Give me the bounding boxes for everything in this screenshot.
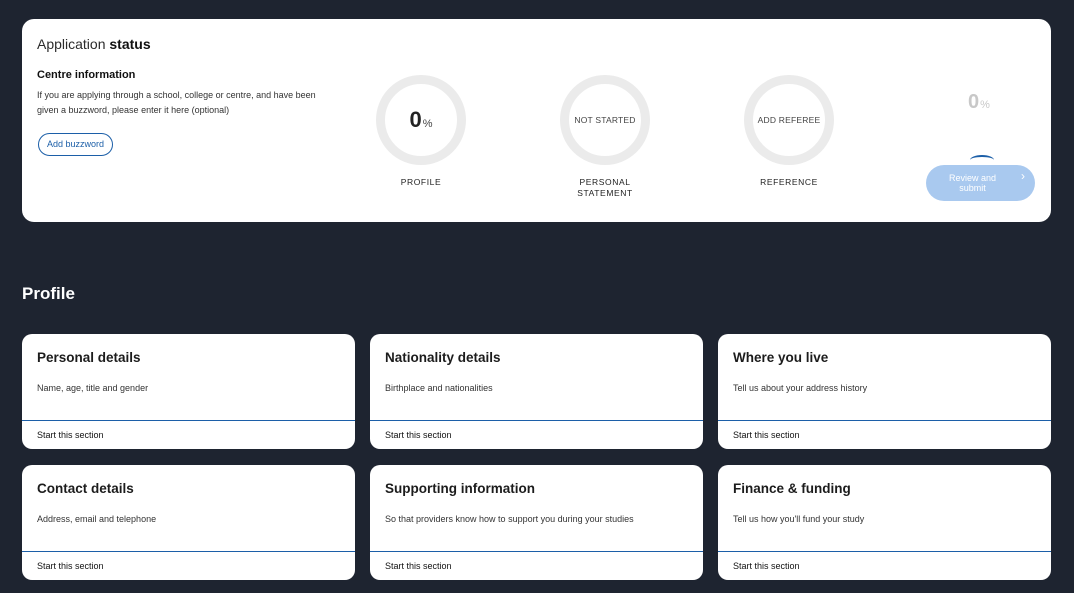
card-divider — [22, 420, 355, 421]
card-description: Name, age, title and gender — [37, 383, 149, 393]
card-divider — [718, 551, 1051, 552]
overall-percent-sign: % — [980, 99, 990, 111]
review-and-submit-button[interactable]: Review and submit › — [926, 165, 1035, 201]
where-you-live-card[interactable]: Where you live Tell us about your addres… — [718, 334, 1051, 449]
start-section-link[interactable]: Start this section — [733, 561, 800, 571]
start-section-link[interactable]: Start this section — [37, 561, 104, 571]
card-title: Contact details — [37, 481, 134, 496]
card-title: Supporting information — [385, 481, 535, 496]
nationality-details-card[interactable]: Nationality details Birthplace and natio… — [370, 334, 703, 449]
supporting-information-card[interactable]: Supporting information So that providers… — [370, 465, 703, 580]
personal-statement-status: NOT STARTED — [574, 115, 636, 125]
card-title: Personal details — [37, 350, 141, 365]
profile-progress-label: PROFILE — [400, 177, 442, 187]
card-title: Where you live — [733, 350, 829, 365]
start-section-link[interactable]: Start this section — [385, 561, 452, 571]
overall-progress: 0% — [968, 91, 990, 114]
card-description: Tell us how you'll fund your study — [733, 514, 865, 524]
start-section-link[interactable]: Start this section — [733, 430, 800, 440]
profile-heading: Profile — [22, 284, 75, 303]
card-divider — [22, 551, 355, 552]
card-description: Tell us about your address history — [733, 383, 868, 393]
percent-sign: % — [422, 118, 433, 130]
profile-progress-ring: 0% — [376, 75, 466, 165]
centre-information-description: If you are applying through a school, co… — [37, 90, 316, 115]
personal-statement-progress[interactable]: NOT STARTED PERSONAL STATEMENT — [550, 75, 660, 199]
card-description: Birthplace and nationalities — [385, 383, 493, 393]
contact-details-card[interactable]: Contact details Address, email and telep… — [22, 465, 355, 580]
profile-progress-value: 0 — [409, 107, 422, 132]
start-section-link[interactable]: Start this section — [37, 430, 104, 440]
card-divider — [718, 420, 1051, 421]
reference-progress[interactable]: ADD REFEREE REFERENCE — [734, 75, 844, 188]
review-and-submit-label: Review and submit — [948, 173, 997, 193]
card-description: So that providers know how to support yo… — [385, 514, 634, 524]
overall-progress-value: 0 — [968, 91, 980, 113]
personal-details-card[interactable]: Personal details Name, age, title and ge… — [22, 334, 355, 449]
card-divider — [370, 420, 703, 421]
card-description: Address, email and telephone — [37, 514, 157, 524]
finance-funding-card[interactable]: Finance & funding Tell us how you'll fun… — [718, 465, 1051, 580]
card-title: Finance & funding — [733, 481, 851, 496]
status-title: Application status — [37, 36, 151, 52]
card-divider — [370, 551, 703, 552]
start-section-link[interactable]: Start this section — [385, 430, 452, 440]
reference-ring: ADD REFEREE — [744, 75, 834, 165]
card-title: Nationality details — [385, 350, 501, 365]
reference-status: ADD REFEREE — [757, 115, 821, 125]
add-buzzword-button[interactable]: Add buzzword — [38, 133, 114, 156]
chevron-right-icon: › — [1021, 169, 1025, 183]
personal-statement-ring: NOT STARTED — [560, 75, 650, 165]
overall-progress-arc — [970, 155, 994, 165]
profile-progress[interactable]: 0% PROFILE — [366, 75, 476, 188]
reference-label: REFERENCE — [760, 177, 818, 187]
application-status-card: Application status Centre information If… — [22, 19, 1051, 222]
centre-information-heading: Centre information — [37, 69, 136, 81]
personal-statement-label: PERSONAL STATEMENT — [577, 177, 633, 198]
